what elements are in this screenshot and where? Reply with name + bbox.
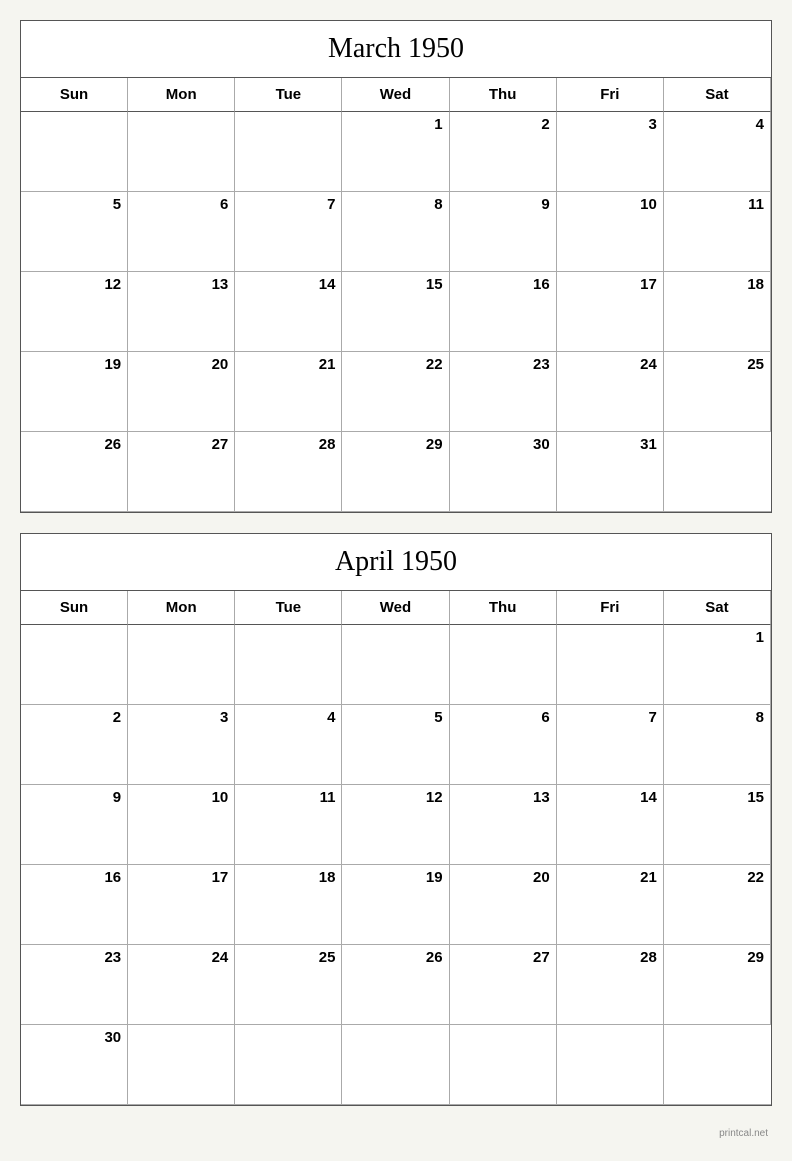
table-row: 25	[235, 945, 342, 1025]
table-row: 11	[664, 192, 771, 272]
table-row: 25	[664, 352, 771, 432]
table-row	[235, 625, 342, 705]
table-row: 23	[21, 945, 128, 1025]
table-row: 10	[128, 785, 235, 865]
header-sat: Sat	[664, 78, 771, 112]
table-row: 22	[664, 865, 771, 945]
header-thu: Thu	[450, 591, 557, 625]
table-row: 2	[21, 705, 128, 785]
table-row: 5	[21, 192, 128, 272]
table-row: 15	[664, 785, 771, 865]
header-sun: Sun	[21, 591, 128, 625]
table-row: 18	[235, 865, 342, 945]
table-row: 29	[342, 432, 449, 512]
march-calendar: March 1950 Sun Mon Tue Wed Thu Fri Sat 1…	[20, 20, 772, 513]
header-fri: Fri	[557, 591, 664, 625]
table-row: 7	[235, 192, 342, 272]
table-row: 21	[235, 352, 342, 432]
header-tue: Tue	[235, 78, 342, 112]
header-mon: Mon	[128, 591, 235, 625]
header-sun: Sun	[21, 78, 128, 112]
table-row	[342, 625, 449, 705]
table-row: 9	[21, 785, 128, 865]
table-row: 21	[557, 865, 664, 945]
table-row: 1	[342, 112, 449, 192]
table-row: 13	[450, 785, 557, 865]
table-row: 14	[235, 272, 342, 352]
table-row: 19	[21, 352, 128, 432]
table-row: 26	[21, 432, 128, 512]
table-row: 4	[664, 112, 771, 192]
table-row	[450, 625, 557, 705]
table-row	[235, 112, 342, 192]
table-row: 6	[128, 192, 235, 272]
table-row: 11	[235, 785, 342, 865]
table-row: 1	[664, 625, 771, 705]
table-row: 19	[342, 865, 449, 945]
table-row: 8	[342, 192, 449, 272]
table-row: 15	[342, 272, 449, 352]
table-row: 13	[128, 272, 235, 352]
table-row	[450, 1025, 557, 1105]
table-row: 17	[128, 865, 235, 945]
march-title: March 1950	[21, 21, 771, 78]
table-row	[21, 625, 128, 705]
april-title: April 1950	[21, 534, 771, 591]
watermark: printcal.net	[20, 1126, 772, 1141]
table-row: 31	[557, 432, 664, 512]
table-row: 23	[450, 352, 557, 432]
header-wed: Wed	[342, 78, 449, 112]
header-tue: Tue	[235, 591, 342, 625]
table-row: 22	[342, 352, 449, 432]
table-row: 14	[557, 785, 664, 865]
table-row: 7	[557, 705, 664, 785]
table-row: 26	[342, 945, 449, 1025]
table-row: 3	[557, 112, 664, 192]
table-row: 10	[557, 192, 664, 272]
april-calendar: April 1950 Sun Mon Tue Wed Thu Fri Sat 1…	[20, 533, 772, 1106]
header-fri: Fri	[557, 78, 664, 112]
table-row: 27	[450, 945, 557, 1025]
april-grid: Sun Mon Tue Wed Thu Fri Sat 1 2 3 4 5 6 …	[21, 591, 771, 1105]
table-row	[128, 1025, 235, 1105]
table-row	[664, 1025, 771, 1105]
table-row: 29	[664, 945, 771, 1025]
table-row: 28	[557, 945, 664, 1025]
table-row: 28	[235, 432, 342, 512]
table-row: 3	[128, 705, 235, 785]
table-row	[342, 1025, 449, 1105]
table-row	[235, 1025, 342, 1105]
table-row	[557, 625, 664, 705]
table-row: 20	[128, 352, 235, 432]
table-row	[128, 625, 235, 705]
march-grid: Sun Mon Tue Wed Thu Fri Sat 1 2 3 4 5 6 …	[21, 78, 771, 512]
table-row: 6	[450, 705, 557, 785]
table-row: 9	[450, 192, 557, 272]
table-row: 17	[557, 272, 664, 352]
table-row: 8	[664, 705, 771, 785]
table-row: 5	[342, 705, 449, 785]
table-row: 30	[21, 1025, 128, 1105]
table-row: 24	[557, 352, 664, 432]
table-row	[664, 432, 771, 512]
table-row: 30	[450, 432, 557, 512]
header-mon: Mon	[128, 78, 235, 112]
table-row: 27	[128, 432, 235, 512]
table-row	[21, 112, 128, 192]
table-row: 18	[664, 272, 771, 352]
table-row: 4	[235, 705, 342, 785]
table-row: 24	[128, 945, 235, 1025]
table-row: 16	[21, 865, 128, 945]
table-row: 16	[450, 272, 557, 352]
table-row: 12	[21, 272, 128, 352]
table-row: 20	[450, 865, 557, 945]
table-row	[128, 112, 235, 192]
header-thu: Thu	[450, 78, 557, 112]
table-row: 2	[450, 112, 557, 192]
table-row	[557, 1025, 664, 1105]
table-row: 12	[342, 785, 449, 865]
header-sat: Sat	[664, 591, 771, 625]
header-wed: Wed	[342, 591, 449, 625]
